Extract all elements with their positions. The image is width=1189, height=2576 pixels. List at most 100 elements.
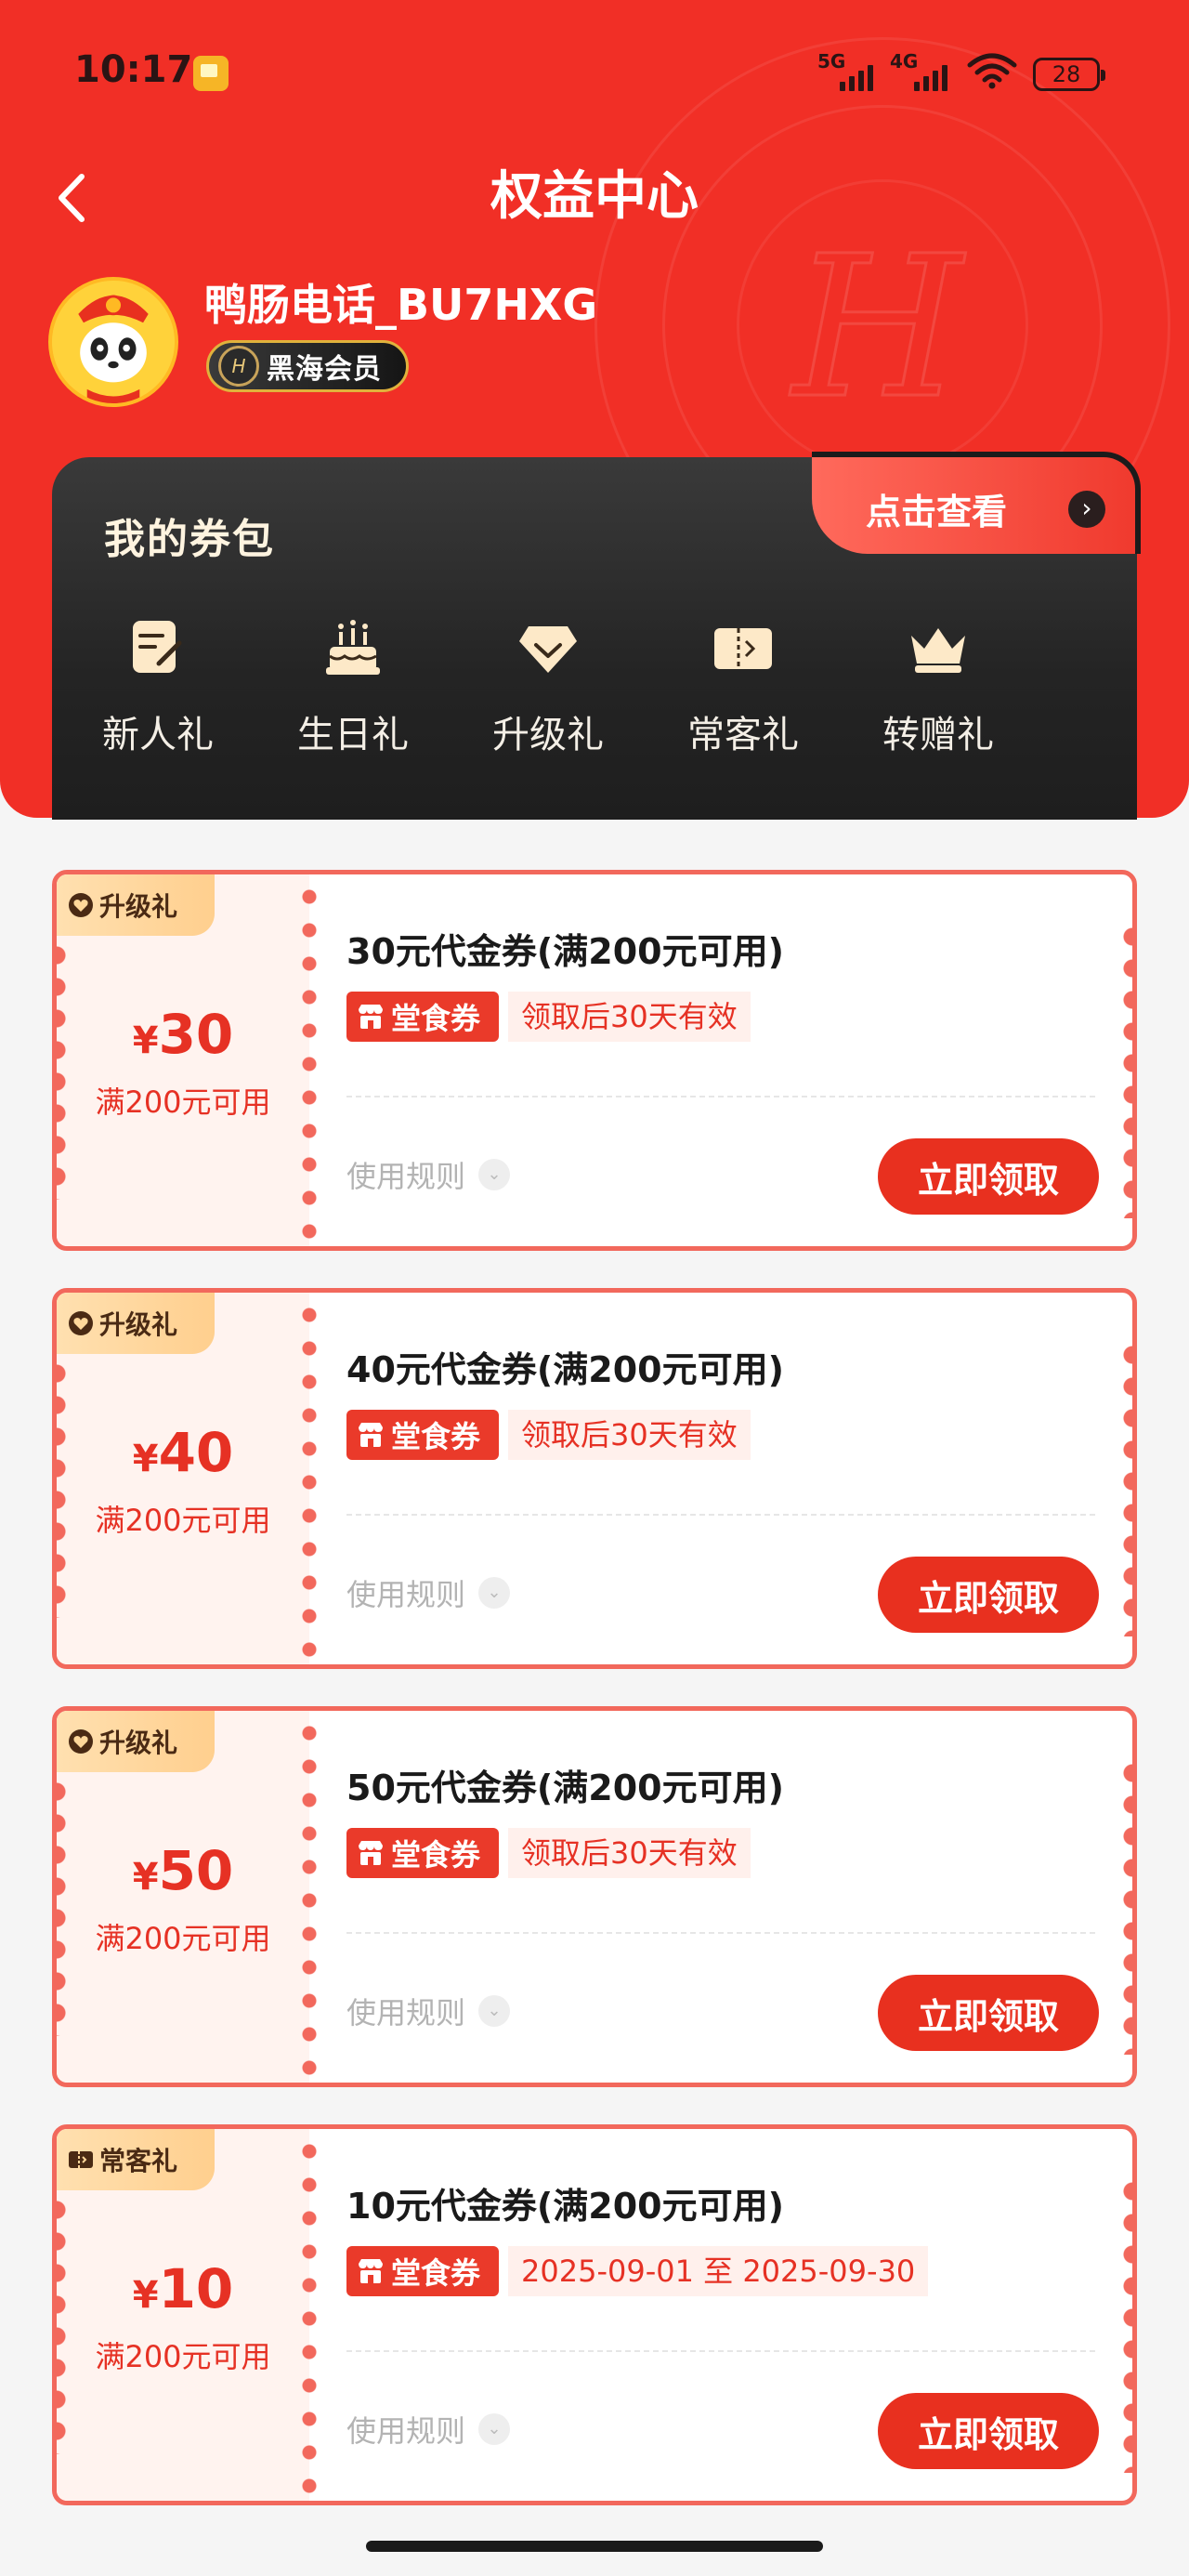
diamond-icon bbox=[519, 626, 577, 673]
member-level-label: 黑海会员 bbox=[267, 353, 382, 386]
ticket-icon bbox=[69, 2151, 93, 2168]
coupon-type-label: 堂食券 bbox=[391, 1837, 481, 1873]
coupon-min-spend: 满200元可用 bbox=[95, 1921, 271, 1956]
usage-rules-label: 使用规则 bbox=[346, 2413, 466, 2449]
coupon-type-tag: 堂食券 bbox=[346, 1410, 499, 1460]
status-bar: 10:17 5G 4G 28 bbox=[0, 0, 1189, 139]
status-time: 10:17 bbox=[74, 48, 193, 91]
heart-icon bbox=[69, 893, 93, 917]
coupon-value: 30 bbox=[158, 1003, 234, 1066]
coupon-type-tag: 堂食券 bbox=[346, 992, 499, 1042]
signal-5g-icon bbox=[840, 58, 873, 91]
signal-4g-icon bbox=[914, 58, 947, 91]
gift-regular[interactable]: 常客礼 bbox=[650, 615, 836, 758]
gift-label-regular: 常客礼 bbox=[687, 714, 799, 756]
coupon-min-spend: 满200元可用 bbox=[95, 1084, 271, 1120]
coupon-divider bbox=[346, 1932, 1095, 1934]
gift-new-user[interactable]: 新人礼 bbox=[65, 615, 251, 758]
usage-rules-toggle[interactable]: 使用规则 ⌄ bbox=[346, 2408, 511, 2451]
claim-button[interactable]: 立即领取 bbox=[878, 1138, 1099, 1215]
coupon-amount: ¥50 bbox=[57, 1839, 309, 1902]
usage-rules-toggle[interactable]: 使用规则 ⌄ bbox=[346, 1571, 511, 1614]
gift-label-upgrade: 升级礼 bbox=[492, 714, 604, 756]
coupon-divider bbox=[346, 1514, 1095, 1516]
avatar[interactable] bbox=[48, 277, 178, 407]
chevron-down-icon: ⌄ bbox=[478, 1577, 511, 1609]
chevron-right-icon: › bbox=[1068, 491, 1105, 528]
pencil-note-icon bbox=[133, 621, 182, 673]
coupon-validity: 领取后30天有效 bbox=[508, 1828, 751, 1878]
store-icon bbox=[359, 2259, 383, 2283]
coupon-validity: 2025-09-01 至 2025-09-30 bbox=[508, 2246, 929, 2296]
coupon-divider bbox=[346, 1096, 1095, 1097]
store-icon bbox=[359, 1423, 383, 1447]
gift-birthday[interactable]: 生日礼 bbox=[260, 615, 446, 758]
gift-label-transfer: 转赠礼 bbox=[882, 714, 994, 756]
coupon-edge bbox=[1119, 1757, 1132, 2055]
coupon-category-label: 升级礼 bbox=[99, 891, 178, 922]
coupon-type-label: 堂食券 bbox=[391, 1419, 481, 1454]
claim-button[interactable]: 立即领取 bbox=[878, 1975, 1099, 2051]
coupon-type-label: 堂食券 bbox=[391, 1001, 481, 1036]
coupon-amount: ¥30 bbox=[57, 1003, 309, 1066]
heart-icon bbox=[69, 1311, 93, 1335]
chevron-down-icon: ⌄ bbox=[478, 1159, 511, 1190]
coupon-title: 50元代金券(满200元可用) bbox=[346, 1768, 784, 1808]
coupon-title: 30元代金券(满200元可用) bbox=[346, 931, 784, 972]
ticket-icon bbox=[714, 628, 772, 669]
coupon-category-label: 常客礼 bbox=[99, 2146, 178, 2176]
view-wallet-label: 点击查看 bbox=[866, 492, 1008, 532]
coupon-category-tag: 升级礼 bbox=[57, 1293, 215, 1354]
coupon-wallet-card: 我的券包 点击查看 › 新人礼 生日礼 升级礼 常客礼 转赠礼 bbox=[52, 452, 1141, 820]
wifi-icon bbox=[967, 53, 1017, 89]
currency-symbol: ¥ bbox=[132, 1856, 159, 1899]
chevron-down-icon: ⌄ bbox=[478, 2413, 511, 2445]
home-indicator[interactable] bbox=[366, 2541, 823, 2552]
usage-rules-toggle[interactable]: 使用规则 ⌄ bbox=[346, 1990, 511, 2032]
claim-button[interactable]: 立即领取 bbox=[878, 1557, 1099, 1633]
coupon-type-tag: 堂食券 bbox=[346, 1828, 499, 1878]
coupon-type-tag: 堂食券 bbox=[346, 2246, 499, 2296]
view-wallet-link[interactable]: 点击查看 › bbox=[812, 452, 1141, 554]
member-logo-icon: H bbox=[218, 346, 259, 387]
heart-icon bbox=[69, 1729, 93, 1754]
cake-icon bbox=[326, 620, 380, 675]
usage-rules-label: 使用规则 bbox=[346, 1577, 466, 1612]
coupon-value: 10 bbox=[158, 2257, 234, 2320]
wallet-title: 我的券包 bbox=[104, 516, 275, 563]
notification-icon bbox=[193, 56, 229, 91]
coupon-title: 10元代金券(满200元可用) bbox=[346, 2186, 784, 2227]
coupon-category-tag: 常客礼 bbox=[57, 2129, 215, 2190]
coupon-min-spend: 满200元可用 bbox=[95, 1503, 271, 1538]
battery-indicator: 28 bbox=[1033, 58, 1105, 91]
coupon-amount: ¥10 bbox=[57, 2257, 309, 2320]
crown-icon bbox=[911, 628, 965, 673]
coupon-edge bbox=[1119, 921, 1132, 1218]
usage-rules-label: 使用规则 bbox=[346, 1159, 466, 1194]
coupon-category-label: 升级礼 bbox=[99, 1728, 178, 1758]
panda-avatar-icon bbox=[52, 281, 175, 403]
usage-rules-toggle[interactable]: 使用规则 ⌄ bbox=[346, 1153, 511, 1196]
coupon-category-tag: 升级礼 bbox=[57, 1711, 215, 1772]
coupon-amount: ¥40 bbox=[57, 1421, 309, 1484]
claim-button[interactable]: 立即领取 bbox=[878, 2393, 1099, 2469]
coupon-validity: 领取后30天有效 bbox=[508, 1410, 751, 1460]
coupon-category-label: 升级礼 bbox=[99, 1309, 178, 1340]
coupon-card: 升级礼 ¥30 满200元可用 30元代金券(满200元可用) 堂食券 领取后3… bbox=[52, 870, 1137, 1251]
coupon-edge bbox=[1119, 1339, 1132, 1636]
member-level-badge: H 黑海会员 bbox=[206, 340, 409, 392]
currency-symbol: ¥ bbox=[132, 2274, 159, 2317]
coupon-min-spend: 满200元可用 bbox=[95, 2339, 271, 2374]
currency-symbol: ¥ bbox=[132, 1019, 159, 1062]
coupon-card: 升级礼 ¥50 满200元可用 50元代金券(满200元可用) 堂食券 领取后3… bbox=[52, 1706, 1137, 2087]
currency-symbol: ¥ bbox=[132, 1438, 159, 1480]
gift-transfer[interactable]: 转赠礼 bbox=[845, 615, 1031, 758]
brand-watermark-logo: H bbox=[791, 213, 964, 443]
coupon-divider bbox=[346, 2350, 1095, 2352]
gift-upgrade[interactable]: 升级礼 bbox=[455, 615, 641, 758]
gift-label-birthday: 生日礼 bbox=[297, 714, 409, 756]
store-icon bbox=[359, 1005, 383, 1029]
usage-rules-label: 使用规则 bbox=[346, 1995, 466, 2031]
gift-label-new-user: 新人礼 bbox=[102, 714, 214, 756]
coupon-value: 40 bbox=[158, 1421, 234, 1484]
